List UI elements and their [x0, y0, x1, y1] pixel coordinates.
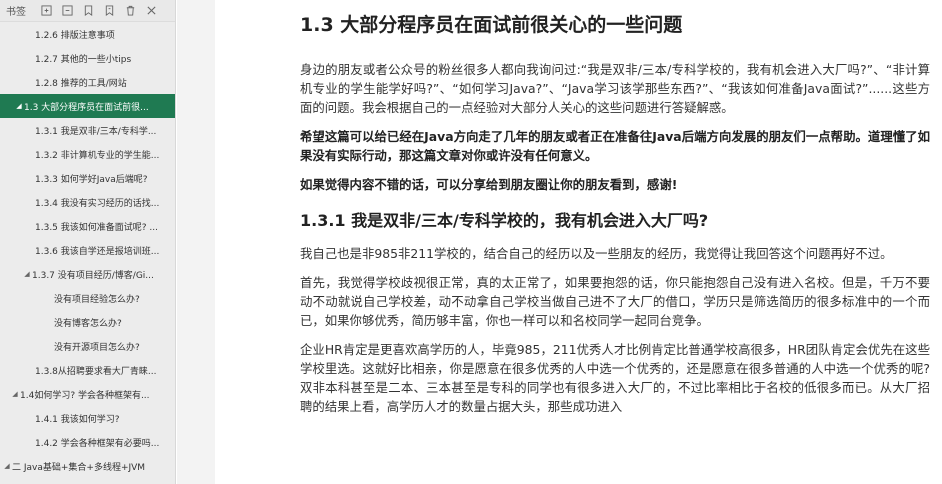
- outline-item-label: 1.4.2 学会各种框架有必要吗...: [35, 438, 160, 449]
- outline-item-label: 没有博客怎么办?: [54, 318, 122, 329]
- outline-item-label: 没有开源项目怎么办?: [54, 342, 140, 353]
- bookmark-edit-icon[interactable]: [99, 1, 119, 21]
- outline-item[interactable]: ◢ 1.4如何学习? 学会各种框架有...: [0, 382, 175, 406]
- bookmark-outline: 1.2.6 排版注意事项 1.2.7 其他的一些小tips 1.2.8 推荐的工…: [0, 22, 175, 478]
- outline-item-label: 1.3.1 我是双非/三本/专科学...: [35, 126, 157, 137]
- document-content: 1.3 大部分程序员在面试前很关心的一些问题 身边的朋友或者公众号的粉丝很多人都…: [300, 10, 930, 426]
- collapse-triangle-icon[interactable]: ◢: [10, 390, 20, 398]
- outline-item-label: 1.3 大部分程序员在面试前很...: [24, 102, 149, 113]
- outline-item[interactable]: 1.3.1 我是双非/三本/专科学...: [0, 118, 175, 142]
- section-heading: 1.3 大部分程序员在面试前很关心的一些问题: [300, 14, 683, 36]
- paragraph: 我自己也是非985非211学校的，结合自己的经历以及一些朋友的经历，我觉得让我回…: [300, 246, 893, 261]
- collapse-all-icon[interactable]: [57, 1, 77, 21]
- collapse-triangle-icon[interactable]: ◢: [14, 102, 24, 110]
- outline-item-label: 1.4如何学习? 学会各种框架有...: [20, 390, 150, 401]
- outline-item-label: 1.3.7 没有项目经历/博客/Gi...: [32, 270, 154, 281]
- sidebar-title: 书签: [6, 7, 26, 18]
- outline-item-label: 1.4.1 我该如何学习?: [35, 414, 120, 425]
- outline-item-label: 1.2.7 其他的一些小tips: [35, 54, 132, 65]
- outline-item-label: 1.3.5 我该如何准备面试呢? ...: [35, 222, 158, 233]
- outline-item-label: 1.3.4 我没有实习经历的话找...: [35, 198, 160, 209]
- expand-all-icon[interactable]: [36, 1, 56, 21]
- outline-item-label: 1.3.2 非计算机专业的学生能...: [35, 150, 160, 161]
- subsection-heading: 1.3.1 我是双非/三本/专科学校的，我有机会进入大厂吗?: [300, 211, 709, 230]
- outline-item[interactable]: 1.2.8 推荐的工具/网站: [0, 70, 175, 94]
- share-paragraph: 如果觉得内容不错的话，可以分享给到朋友圈让你的朋友看到，感谢!: [300, 177, 678, 192]
- outline-item-label: 二 Java基础+集合+多线程+JVM: [12, 462, 146, 473]
- bold-paragraph: 希望这篇可以给已经在Java方向走了几年的朋友或者正在准备往Java后端方向发展…: [300, 129, 930, 163]
- outline-item[interactable]: 没有开源项目怎么办?: [0, 334, 175, 358]
- outline-item-active[interactable]: ◢ 1.3 大部分程序员在面试前很...: [0, 94, 175, 118]
- paragraph: 企业HR肯定是更喜欢高学历的人，毕竟985，211优秀人才比例肯定比普通学校高很…: [300, 342, 930, 414]
- outline-item[interactable]: 1.2.7 其他的一些小tips: [0, 46, 175, 70]
- close-icon[interactable]: [141, 1, 161, 21]
- page-gutter: [177, 0, 215, 484]
- outline-item[interactable]: 1.3.6 我该自学还是报培训班...: [0, 238, 175, 262]
- add-bookmark-icon[interactable]: [78, 1, 98, 21]
- outline-item-label: 1.2.8 推荐的工具/网站: [35, 78, 127, 89]
- outline-item[interactable]: 没有项目经验怎么办?: [0, 286, 175, 310]
- bookmark-sidebar: 书签 1.2.6 排版注意事项 1.2.7 其他的一些小tips 1.2.8 推…: [0, 0, 176, 484]
- outline-item[interactable]: 1.3.5 我该如何准备面试呢? ...: [0, 214, 175, 238]
- outline-item-label: 1.3.3 如何学好Java后端呢?: [35, 174, 148, 185]
- outline-item[interactable]: 1.3.8从招聘要求看大厂青睐...: [0, 358, 175, 382]
- outline-item[interactable]: 1.4.2 学会各种框架有必要吗...: [0, 430, 175, 454]
- collapse-triangle-icon[interactable]: ◢: [2, 462, 12, 470]
- sidebar-toolbar: 书签: [0, 0, 175, 22]
- delete-icon[interactable]: [120, 1, 140, 21]
- outline-item[interactable]: 1.3.4 我没有实习经历的话找...: [0, 190, 175, 214]
- outline-item[interactable]: 1.3.3 如何学好Java后端呢?: [0, 166, 175, 190]
- outline-item-label: 1.2.6 排版注意事项: [35, 30, 115, 41]
- outline-item-label: 1.3.6 我该自学还是报培训班...: [35, 246, 160, 257]
- collapse-triangle-icon[interactable]: ◢: [22, 270, 32, 278]
- outline-item-label: 1.3.8从招聘要求看大厂青睐...: [35, 366, 157, 377]
- outline-item[interactable]: 1.2.6 排版注意事项: [0, 22, 175, 46]
- outline-item[interactable]: 没有博客怎么办?: [0, 310, 175, 334]
- outline-item[interactable]: 1.3.2 非计算机专业的学生能...: [0, 142, 175, 166]
- paragraph: 首先，我觉得学校歧视很正常，真的太正常了，如果要抱怨的话，你只能抱怨自己没有进入…: [300, 275, 930, 328]
- outline-item-label: 没有项目经验怎么办?: [54, 294, 140, 305]
- outline-item[interactable]: 1.4.1 我该如何学习?: [0, 406, 175, 430]
- outline-item[interactable]: ◢ 二 Java基础+集合+多线程+JVM: [0, 454, 175, 478]
- outline-item[interactable]: ◢ 1.3.7 没有项目经历/博客/Gi...: [0, 262, 175, 286]
- intro-paragraph: 身边的朋友或者公众号的粉丝很多人都向我询问过:“我是双非/三本/专科学校的，我有…: [300, 62, 930, 115]
- document-page: 1.3 大部分程序员在面试前很关心的一些问题 身边的朋友或者公众号的粉丝很多人都…: [216, 0, 942, 484]
